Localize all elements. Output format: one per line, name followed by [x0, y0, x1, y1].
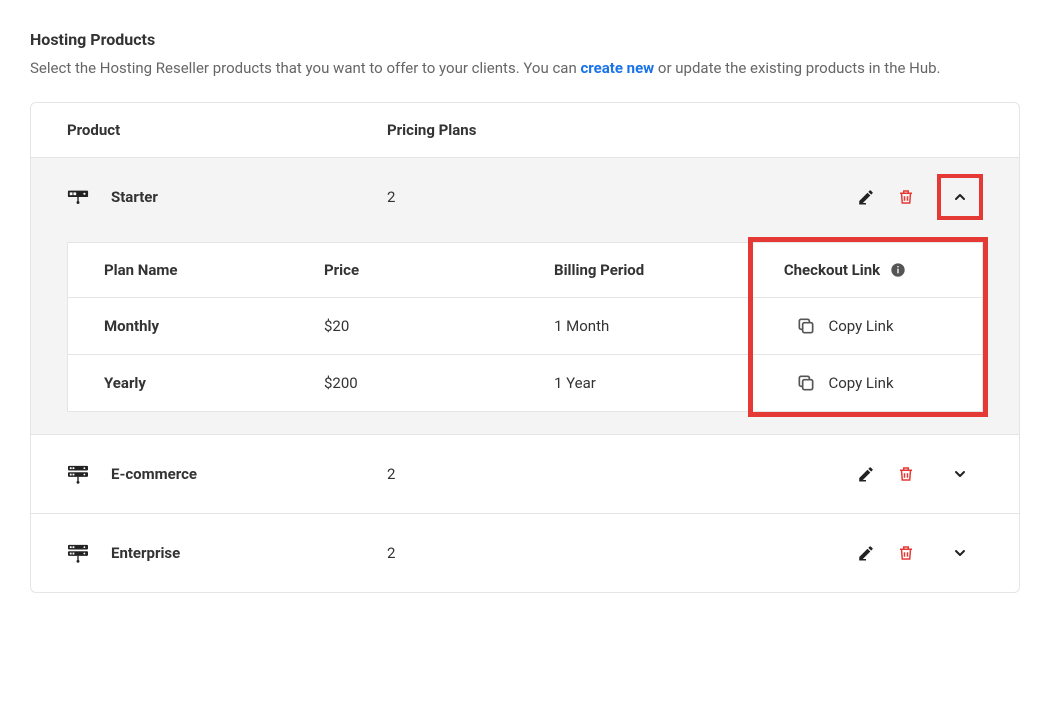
- plan-row-yearly: Yearly $200 1 Year Copy Link: [67, 355, 983, 412]
- col-billing-period: Billing Period: [554, 261, 744, 279]
- server-stack-icon: [67, 544, 89, 562]
- plan-name: Monthly: [104, 317, 324, 335]
- expand-button[interactable]: [937, 451, 983, 497]
- plan-price: $20: [324, 317, 554, 335]
- server-stack-icon: [67, 465, 89, 483]
- plans-header-row: Plan Name Price Billing Period Checkout …: [67, 242, 983, 298]
- plan-name: Yearly: [104, 374, 324, 392]
- copy-icon: [796, 373, 816, 393]
- product-row-starter[interactable]: Starter 2: [31, 157, 1019, 236]
- page-title: Hosting Products: [30, 30, 1020, 49]
- chevron-down-icon: [952, 545, 968, 561]
- products-panel: Product Pricing Plans Starter 2: [30, 102, 1020, 593]
- column-product: Product: [67, 121, 387, 139]
- create-new-link[interactable]: create new: [580, 59, 654, 77]
- product-plan-count: 2: [387, 544, 857, 562]
- edit-icon[interactable]: [857, 544, 875, 562]
- chevron-down-icon: [952, 466, 968, 482]
- server-single-icon: [67, 188, 89, 206]
- copy-icon: [796, 316, 816, 336]
- copy-link-button[interactable]: Copy Link: [796, 316, 893, 336]
- product-name: E-commerce: [111, 465, 197, 483]
- copy-link-button[interactable]: Copy Link: [796, 373, 893, 393]
- column-pricing-plans: Pricing Plans: [387, 121, 983, 139]
- plan-period: 1 Year: [554, 374, 744, 392]
- desc-text-pre: Select the Hosting Reseller products tha…: [30, 59, 580, 77]
- expand-button[interactable]: [937, 530, 983, 576]
- product-plan-count: 2: [387, 465, 857, 483]
- copy-link-text: Copy Link: [828, 317, 893, 335]
- plan-period: 1 Month: [554, 317, 744, 335]
- col-plan-name: Plan Name: [104, 261, 324, 279]
- desc-text-post: or update the existing products in the H…: [654, 59, 940, 77]
- checkout-link-label: Checkout Link: [784, 261, 880, 279]
- trash-icon[interactable]: [897, 188, 915, 206]
- plans-table: Plan Name Price Billing Period Checkout …: [67, 242, 983, 412]
- panel-header: Product Pricing Plans: [31, 103, 1019, 157]
- edit-icon[interactable]: [857, 188, 875, 206]
- product-name: Enterprise: [111, 544, 180, 562]
- page-description: Select the Hosting Reseller products tha…: [30, 57, 1020, 80]
- starter-plans-body: Plan Name Price Billing Period Checkout …: [31, 236, 1019, 434]
- plan-price: $200: [324, 374, 554, 392]
- col-price: Price: [324, 261, 554, 279]
- copy-link-text: Copy Link: [828, 374, 893, 392]
- product-row-enterprise[interactable]: Enterprise 2: [31, 513, 1019, 592]
- chevron-up-icon: [952, 189, 968, 205]
- edit-icon[interactable]: [857, 465, 875, 483]
- plan-row-monthly: Monthly $20 1 Month Copy Link: [67, 298, 983, 355]
- trash-icon[interactable]: [897, 465, 915, 483]
- info-icon[interactable]: [890, 262, 906, 278]
- product-row-ecommerce[interactable]: E-commerce 2: [31, 434, 1019, 513]
- trash-icon[interactable]: [897, 544, 915, 562]
- collapse-button-highlight[interactable]: [937, 174, 983, 220]
- product-plan-count: 2: [387, 188, 857, 206]
- col-checkout-link: Checkout Link: [744, 261, 946, 279]
- product-name: Starter: [111, 188, 158, 206]
